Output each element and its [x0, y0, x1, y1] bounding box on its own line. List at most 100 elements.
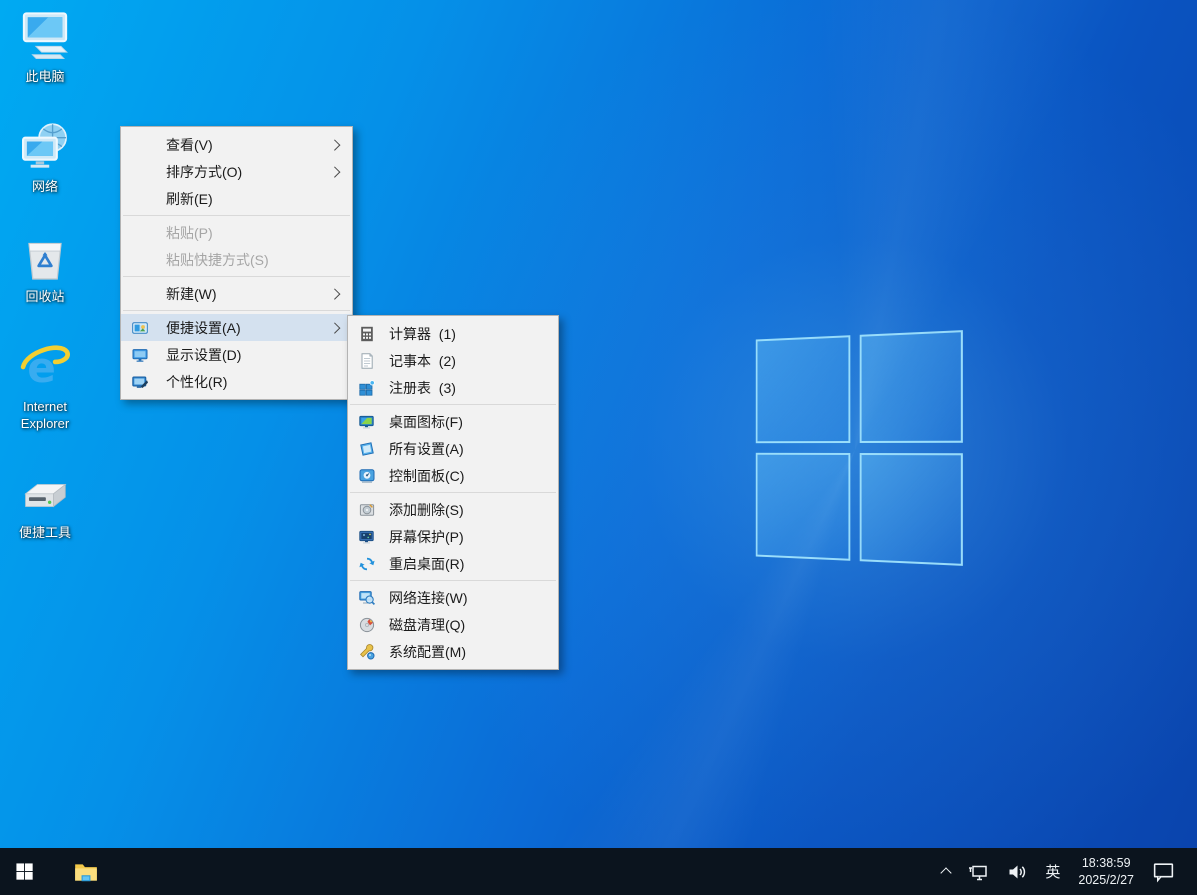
desktop-icon-portable-tools[interactable]: 便捷工具: [6, 466, 84, 542]
taskbar-clock[interactable]: 18:38:59 2025/2/27: [1070, 848, 1142, 895]
menu-item-label: 重启桌面(R): [389, 555, 465, 572]
notepad-icon: [359, 352, 375, 369]
submenu-chevron-icon: [330, 323, 340, 333]
control-panel-icon: [359, 468, 375, 484]
menu-item-label: 查看(V): [166, 136, 213, 153]
clock-date: 2025/2/27: [1078, 872, 1134, 887]
personalize-icon: [132, 374, 148, 390]
network-icon: [18, 120, 72, 174]
menu-separator: [123, 276, 350, 277]
windows-logo-pane: [859, 330, 963, 443]
menu-item-label: 注册表 (3): [389, 379, 456, 396]
portable-tools-icon: [18, 466, 72, 520]
desktop-icon-recycle-bin[interactable]: 回收站: [6, 230, 84, 306]
network-tray-button[interactable]: [961, 848, 997, 895]
desktop-icon-internet-explorer[interactable]: e Internet Explorer: [6, 340, 84, 433]
submenu-item-restart-desktop[interactable]: 重启桌面(R): [348, 550, 558, 577]
submenu-item-all-settings[interactable]: 所有设置(A): [348, 435, 558, 462]
internet-explorer-icon: e: [18, 340, 72, 394]
menu-item-label: 显示设置(D): [166, 346, 242, 363]
restart-desktop-icon: [359, 556, 375, 572]
submenu-item-disk-cleanup[interactable]: 磁盘清理(Q): [348, 611, 558, 638]
context-menu-item-sort-by[interactable]: 排序方式(O): [121, 158, 352, 185]
menu-item-icon: [132, 286, 148, 302]
menu-item-label: 屏幕保护(P): [389, 528, 464, 545]
windows-start-icon: [15, 863, 33, 880]
menu-separator: [350, 580, 556, 581]
system-tray: 英 18:38:59 2025/2/27: [935, 848, 1197, 895]
context-menu-item-personalize[interactable]: 个性化(R): [121, 368, 352, 395]
desktop-icon-network[interactable]: 网络: [6, 120, 84, 196]
network-icon: [969, 865, 988, 880]
menu-item-label: 新建(W): [166, 285, 217, 302]
menu-separator: [350, 492, 556, 493]
menu-item-label: 便捷设置(A): [166, 319, 241, 336]
menu-item-label: 添加删除(S): [389, 501, 464, 518]
desktop-icon-this-pc[interactable]: 此电脑: [6, 10, 84, 86]
desktop-context-menu: 查看(V) 排序方式(O) 刷新(E) 粘贴(P) 粘贴快捷方式(S) 新建(W…: [120, 126, 353, 400]
submenu-item-control-panel[interactable]: 控制面板(C): [348, 462, 558, 489]
taskbar: 英 18:38:59 2025/2/27: [0, 848, 1197, 895]
menu-item-label: 系统配置(M): [389, 643, 466, 660]
menu-item-icon: [132, 191, 148, 207]
menu-item-label: 计算器 (1): [389, 325, 456, 342]
menu-item-label: 网络连接(W): [389, 589, 468, 606]
action-center-icon: [1153, 863, 1174, 883]
disk-cleanup-icon: [359, 617, 375, 633]
context-menu-item-refresh[interactable]: 刷新(E): [121, 185, 352, 212]
add-remove-icon: [359, 502, 375, 518]
desktop-icon-label: Internet Explorer: [20, 398, 70, 431]
menu-separator: [123, 215, 350, 216]
language-label: 英: [1045, 864, 1061, 881]
file-explorer-button[interactable]: [62, 848, 110, 895]
context-menu-item-paste: 粘贴(P): [121, 219, 352, 246]
submenu-item-system-config[interactable]: 系统配置(M): [348, 638, 558, 665]
display-settings-icon: [132, 347, 148, 363]
context-menu-item-new[interactable]: 新建(W): [121, 280, 352, 307]
menu-item-label: 刷新(E): [166, 190, 213, 207]
quick-settings-submenu: 计算器 (1) 记事本 (2) 注册表 (3) 桌面图标(F) 所有设置(A) …: [347, 315, 559, 670]
submenu-item-network-connections[interactable]: 网络连接(W): [348, 584, 558, 611]
windows-logo-pane: [755, 335, 851, 444]
action-center-button[interactable]: [1144, 848, 1183, 895]
desktop-icon-list: 此电脑 网络 回收站 e Internet Explorer 便捷工具: [6, 10, 84, 542]
submenu-item-registry[interactable]: 注册表 (3): [348, 374, 558, 401]
menu-item-icon: [132, 137, 148, 153]
language-indicator[interactable]: 英: [1037, 848, 1068, 895]
desktop-icons-cfg-icon: [359, 414, 375, 430]
submenu-item-add-remove[interactable]: 添加删除(S): [348, 496, 558, 523]
submenu-item-desktop-icons-cfg[interactable]: 桌面图标(F): [348, 408, 558, 435]
submenu-item-screen-saver[interactable]: 屏幕保护(P): [348, 523, 558, 550]
submenu-chevron-icon: [330, 167, 340, 177]
menu-item-icon: [132, 164, 148, 180]
menu-item-icon: [132, 252, 148, 268]
quick-settings-icon: [132, 320, 148, 336]
menu-item-label: 粘贴(P): [166, 224, 213, 241]
menu-item-label: 桌面图标(F): [389, 413, 463, 430]
desktop-icon-label: 网络: [31, 178, 58, 194]
submenu-item-notepad[interactable]: 记事本 (2): [348, 347, 558, 374]
menu-item-label: 记事本 (2): [389, 352, 456, 369]
menu-item-label: 粘贴快捷方式(S): [166, 251, 269, 268]
file-explorer-icon: [75, 863, 97, 881]
context-menu-item-view[interactable]: 查看(V): [121, 131, 352, 158]
desktop-icon-label: 便捷工具: [18, 525, 71, 541]
desktop-icon-label: 回收站: [25, 288, 65, 304]
context-menu-item-quick-settings[interactable]: 便捷设置(A): [121, 314, 352, 341]
menu-item-label: 排序方式(O): [166, 163, 243, 180]
network-connections-icon: [359, 590, 375, 606]
menu-item-label: 控制面板(C): [389, 467, 465, 484]
hidden-icons-button[interactable]: [935, 848, 959, 895]
submenu-item-calculator[interactable]: 计算器 (1): [348, 320, 558, 347]
volume-tray-button[interactable]: [999, 848, 1035, 895]
taskbar-apps: [62, 848, 110, 895]
start-button[interactable]: [0, 848, 48, 895]
menu-item-label: 所有设置(A): [389, 440, 464, 457]
all-settings-icon: [359, 441, 375, 457]
context-menu-item-display-settings[interactable]: 显示设置(D): [121, 341, 352, 368]
menu-item-label: 磁盘清理(Q): [389, 616, 466, 633]
menu-separator: [350, 404, 556, 405]
submenu-chevron-icon: [330, 289, 340, 299]
calculator-icon: [359, 326, 375, 342]
desktop-icon-label: 此电脑: [25, 69, 65, 84]
